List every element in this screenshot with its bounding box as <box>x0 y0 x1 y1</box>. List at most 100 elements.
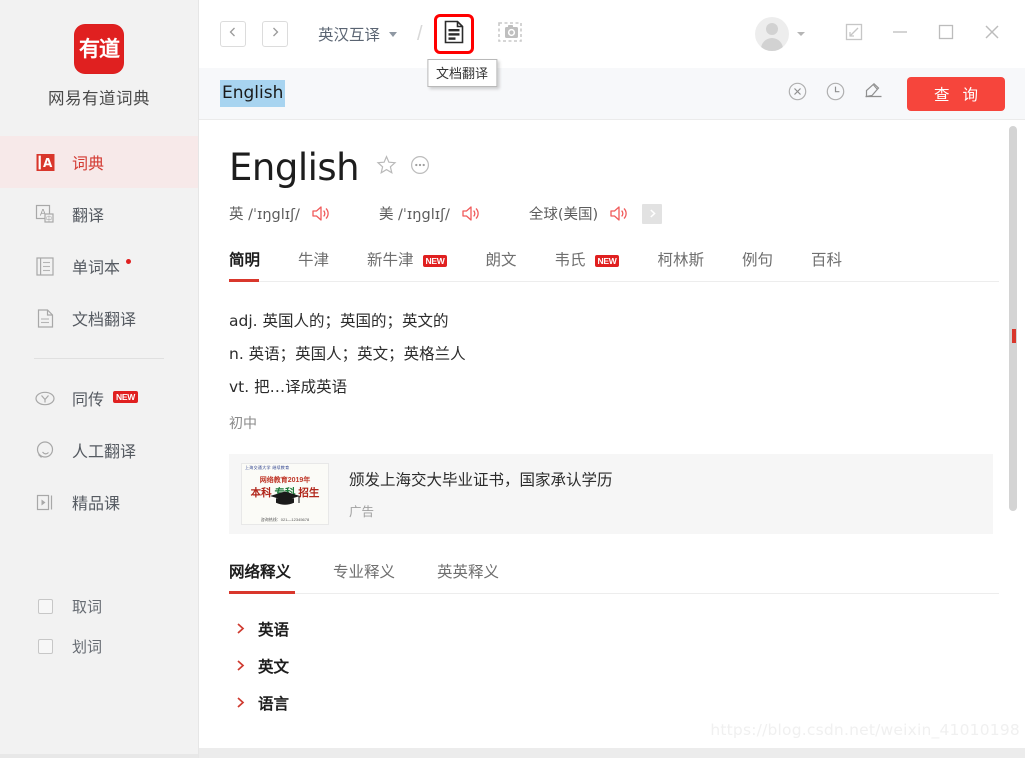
sidebar-divider <box>34 358 164 359</box>
sidebar-item-translate[interactable]: A 中 翻译 <box>0 188 198 240</box>
sidebar-item-simultaneous[interactable]: 同传 NEW <box>0 372 198 424</box>
fullscreen-button[interactable] <box>831 14 877 54</box>
sidebar-item-document-translate[interactable]: 文档翻译 <box>0 292 198 344</box>
more-circle-icon <box>409 154 431 181</box>
tab-baike[interactable]: 百科 <box>811 248 842 281</box>
scrollbar-thumb[interactable] <box>1009 126 1017 511</box>
tab-jianming[interactable]: 简明 <box>229 248 260 281</box>
tab-niujin[interactable]: 牛津 <box>298 248 329 281</box>
list-item[interactable]: 语言 <box>229 684 999 721</box>
chevron-right-icon <box>269 25 281 43</box>
checkbox-icon[interactable] <box>38 639 53 654</box>
definition-line: adj. 英国人的；英国的；英文的 <box>229 305 999 338</box>
sidebar-item-wordbook[interactable]: 单词本 <box>0 240 198 292</box>
handwriting-button[interactable] <box>856 77 890 111</box>
search-history-button[interactable] <box>818 77 852 111</box>
forward-button[interactable] <box>262 21 288 47</box>
maximize-button[interactable] <box>923 14 969 54</box>
tab-liju[interactable]: 例句 <box>742 248 773 281</box>
sidebar-item-label: 同传 <box>72 386 104 410</box>
definition-line: n. 英语；英国人；英文；英格兰人 <box>229 338 999 371</box>
list-item-label: 英文 <box>258 655 289 677</box>
chevron-right-icon <box>235 696 246 709</box>
scrollbar-marker <box>1012 329 1016 343</box>
list-item[interactable]: 英语 <box>229 610 999 647</box>
chevron-down-icon <box>797 32 805 36</box>
watermark: https://blog.csdn.net/weixin_41010198 <box>710 721 1020 739</box>
more-options-button[interactable] <box>409 154 431 181</box>
checkbox-row-select-word[interactable]: 划词 <box>0 626 198 666</box>
sidebar-item-label: 词典 <box>72 150 104 174</box>
sidebar-item-label: 文档翻译 <box>72 306 136 330</box>
sidebar-item-human-translation[interactable]: 人工翻译 <box>0 424 198 476</box>
new-badge: NEW <box>113 391 138 403</box>
speaker-icon-uk[interactable] <box>311 204 332 223</box>
sidebar-item-dictionary[interactable]: A 词典 <box>0 136 198 188</box>
tab-english-meaning[interactable]: 英英释义 <box>437 560 499 593</box>
history-clock-icon <box>825 81 846 107</box>
checkbox-icon[interactable] <box>38 599 53 614</box>
tab-xinniujin[interactable]: 新牛津NEW <box>367 248 447 281</box>
svg-text:A: A <box>42 156 52 170</box>
speaker-icon-us[interactable] <box>461 204 482 223</box>
ad-thumb-line2: 网络教育2019年 <box>242 475 328 485</box>
chevron-left-icon <box>227 25 239 43</box>
content-scrollbar[interactable] <box>1009 126 1017 730</box>
speaker-icon-global[interactable] <box>609 204 630 223</box>
sidebar-item-label: 精品课 <box>72 490 120 514</box>
window-controls <box>755 14 1025 54</box>
favorite-star-button[interactable] <box>375 154 398 182</box>
meaning-collapse-list: 英语 英文 语言 <box>229 610 999 721</box>
sidebar-item-label: 翻译 <box>72 202 104 226</box>
document-translate-button[interactable]: 文档翻译 <box>437 17 471 51</box>
minimize-button[interactable] <box>877 14 923 54</box>
wordbook-icon <box>34 255 56 277</box>
tab-langwen[interactable]: 朗文 <box>485 248 516 281</box>
graduation-cap-icon <box>268 490 302 511</box>
star-outline-icon <box>375 154 398 182</box>
language-pair-selector[interactable]: 英汉互译 <box>318 23 397 45</box>
tab-kelinsi[interactable]: 柯林斯 <box>657 248 704 281</box>
page-title: English <box>229 146 359 189</box>
unread-dot-indicator <box>126 259 131 264</box>
dictionary-book-icon: A <box>34 151 56 173</box>
list-item-label: 语言 <box>258 692 289 714</box>
search-input-value: English <box>220 80 285 107</box>
tab-weishi[interactable]: 韦氏NEW <box>555 248 620 281</box>
screenshot-button[interactable] <box>493 17 527 51</box>
account-button[interactable] <box>755 17 805 51</box>
clear-circle-icon <box>787 81 808 107</box>
play-next-icon[interactable] <box>642 204 662 224</box>
maximize-icon <box>937 23 955 46</box>
query-button[interactable]: 查 询 <box>907 77 1005 111</box>
advertisement-thumbnail: 上海交通大学 继续教育 网络教育2019年 本科 专科 招生 <box>241 463 329 525</box>
advertisement-banner[interactable]: 上海交通大学 继续教育 网络教育2019年 本科 专科 招生 <box>229 454 993 534</box>
course-icon <box>34 491 56 513</box>
chevron-right-icon <box>235 659 246 672</box>
back-button[interactable] <box>220 21 246 47</box>
list-item[interactable]: 英文 <box>229 647 999 684</box>
advertisement-title: 颁发上海交大毕业证书，国家承认学历 <box>349 468 613 490</box>
brand: 有道 网易有道词典 <box>0 0 198 109</box>
sidebar: 有道 网易有道词典 A 词典 A <box>0 0 199 758</box>
sidebar-item-label: 人工翻译 <box>72 438 136 462</box>
close-button[interactable] <box>969 14 1015 54</box>
sidebar-item-course[interactable]: 精品课 <box>0 476 198 528</box>
document-translate-icon <box>34 307 56 329</box>
clear-search-button[interactable] <box>780 77 814 111</box>
handwriting-icon <box>863 81 884 107</box>
search-input[interactable]: English <box>220 80 776 107</box>
word-header: English <box>229 146 999 189</box>
svg-text:中: 中 <box>45 214 51 222</box>
tab-professional-meaning[interactable]: 专业释义 <box>333 560 395 593</box>
content-area: English <box>199 120 1025 758</box>
pronunciation-uk: 英 /ˈɪŋglɪʃ/ <box>229 203 332 224</box>
window-bottom-strip <box>199 748 1025 758</box>
checkbox-label: 划词 <box>72 636 102 657</box>
human-translation-icon <box>34 439 56 461</box>
sidebar-checkboxes: 取词 划词 <box>0 586 198 666</box>
simultaneous-interpretation-icon <box>34 387 56 409</box>
checkbox-row-capture-word[interactable]: 取词 <box>0 586 198 626</box>
tab-network-meaning[interactable]: 网络释义 <box>229 560 291 593</box>
toolbar-divider: / <box>417 23 423 46</box>
